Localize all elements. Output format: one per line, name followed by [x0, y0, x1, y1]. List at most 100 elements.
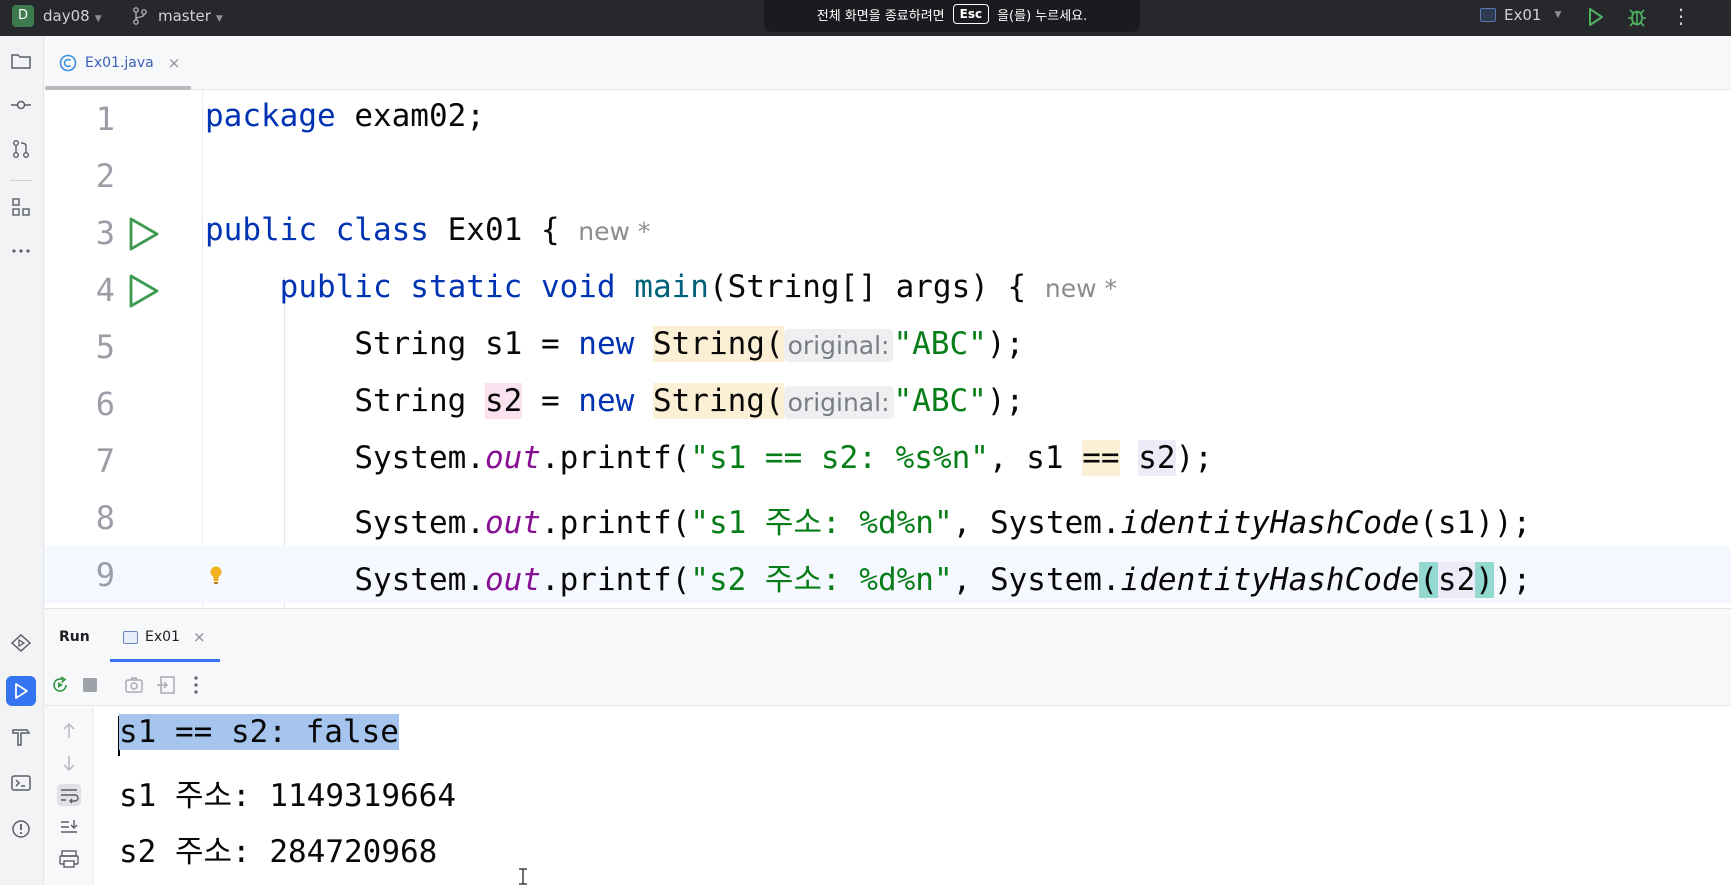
branch-icon [133, 7, 147, 25]
editor-tab-ex01[interactable]: Ex01.java × [59, 48, 180, 78]
run-config-name: Ex01 [1504, 6, 1542, 24]
application-icon [1480, 8, 1496, 22]
run-gutter-icon[interactable] [125, 216, 161, 252]
pull-request-icon [13, 140, 29, 158]
line-number: 8 [95, 499, 115, 537]
text-cursor-icon [519, 868, 527, 885]
run-tool-button[interactable] [6, 676, 36, 706]
code-line-current: 9 System.out.printf("s2 주소: %d%n", Syste… [45, 546, 1731, 603]
close-icon[interactable]: × [193, 628, 206, 646]
run-tool-window-header: Run Ex01 × [45, 608, 1731, 662]
problems-tool-button[interactable] [6, 814, 36, 844]
code-text: String s2 = new String(original: "ABC"); [354, 383, 1025, 419]
code-line: 5 String s1 = new String(original: "ABC")… [45, 318, 1731, 375]
stop-icon[interactable] [79, 674, 101, 696]
console-line: s2 주소: 284720968 [119, 834, 438, 870]
line-number: 1 [95, 100, 115, 138]
structure-icon [12, 198, 30, 216]
commit-tool-button[interactable] [6, 90, 36, 120]
fullscreen-toast: 전체 화면을 종료하려면 Esc 을(를) 누르세요. [764, 0, 1140, 32]
folder-icon [11, 54, 31, 69]
branch-selector[interactable]: master ▼ [158, 7, 223, 25]
run-gutter-icon[interactable] [125, 273, 161, 309]
project-selector[interactable]: day08 ▼ [43, 7, 102, 25]
console-line: s1 주소: 1149319664 [119, 778, 456, 814]
close-icon[interactable]: × [168, 54, 181, 72]
run-config-selector[interactable]: Ex01 ▼ [1480, 6, 1561, 24]
code-text: public static void main(String[] args) {… [279, 269, 1118, 305]
code-editor[interactable]: 1 package exam02; 2 3 public class Ex01 … [45, 90, 1731, 608]
code-line: 6 String s2 = new String(original: "ABC")… [45, 375, 1731, 432]
application-icon [123, 630, 138, 644]
parameter-hint: original: [783, 329, 894, 362]
title-bar: D day08 ▼ master ▼ 전체 화면을 종료하려면 Esc 을(를) 누… [0, 0, 1731, 36]
more-icon[interactable] [185, 674, 207, 696]
chevron-down-icon: ▼ [94, 14, 102, 24]
rerun-icon[interactable] [49, 674, 71, 696]
run-title: Run [59, 629, 90, 645]
code-line: 7 System.out.printf("s1 == s2: %s%n", s1… [45, 432, 1731, 489]
soft-wrap-icon[interactable] [57, 784, 81, 806]
parameter-hint: original: [783, 386, 894, 419]
structure-tool-button[interactable] [6, 192, 36, 222]
run-toolbar [45, 662, 1731, 706]
author-hint: new * [1044, 274, 1118, 303]
code-text: public class Ex01 { new * [205, 212, 651, 248]
scroll-to-end-icon[interactable] [57, 816, 81, 838]
editor-tab-bar: Ex01.java × [45, 36, 1731, 90]
services-tool-button[interactable] [6, 628, 36, 658]
more-tools-button[interactable] [6, 236, 36, 266]
exit-icon[interactable] [155, 674, 177, 696]
console-line: s1 == s2: false [119, 714, 399, 750]
build-tool-button[interactable] [6, 722, 36, 752]
build-icon [12, 729, 31, 746]
line-number: 5 [95, 328, 115, 366]
line-number: 3 [95, 214, 115, 252]
line-number: 4 [95, 271, 115, 309]
code-line: 2 [45, 147, 1731, 204]
selected-text: s1 == s2: false [119, 714, 399, 750]
editor-tab-label: Ex01.java [85, 55, 154, 71]
chevron-down-icon: ▼ [1554, 10, 1562, 20]
run-icon [15, 683, 28, 699]
toast-text-pre: 전체 화면을 종료하려면 [816, 8, 945, 24]
java-class-icon [59, 54, 77, 72]
line-number: 2 [95, 157, 115, 195]
project-tool-button[interactable] [6, 46, 36, 76]
project-badge[interactable]: D [12, 5, 34, 27]
terminal-icon [11, 775, 31, 791]
pull-requests-tool-button[interactable] [6, 134, 36, 164]
code-line: 3 public class Ex01 { new * [45, 204, 1731, 261]
code-text: System.out.printf("s1 == s2: %s%n", s1 =… [354, 440, 1213, 476]
chevron-down-icon: ▼ [215, 14, 223, 24]
toast-text-post: 을(를) 누르세요. [997, 8, 1088, 24]
code-line: 1 package exam02; [45, 90, 1731, 147]
run-tab-label: Ex01 [145, 629, 180, 645]
strip-separator [10, 180, 32, 181]
run-icon[interactable] [1584, 6, 1606, 28]
line-number: 7 [95, 442, 115, 480]
code-line: 8 System.out.printf("s1 주소: %d%n", Syste… [45, 489, 1731, 546]
problems-icon [12, 820, 30, 838]
line-number: 6 [95, 385, 115, 423]
camera-icon[interactable] [123, 674, 145, 696]
code-text: System.out.printf("s2 주소: %d%n", System.… [354, 562, 1532, 598]
commit-icon [11, 100, 31, 110]
debug-icon[interactable] [1625, 5, 1649, 29]
arrow-down-icon[interactable] [57, 752, 81, 774]
branch-name: master [158, 7, 211, 25]
code-text: System.out.printf("s1 주소: %d%n", System.… [354, 505, 1532, 541]
services-icon [10, 633, 32, 653]
console-output[interactable]: s1 == s2: false s1 주소: 1149319664 s2 주소:… [94, 706, 1731, 885]
run-tab-ex01[interactable]: Ex01 × [123, 628, 206, 646]
more-icon[interactable]: ⋮ [1670, 4, 1692, 28]
code-text: String s1 = new String(original: "ABC"); [354, 326, 1025, 362]
esc-key: Esc [952, 4, 990, 24]
console-side-toolbar [45, 706, 93, 885]
print-icon[interactable] [57, 848, 81, 870]
code-text: package exam02; [205, 98, 485, 134]
arrow-up-icon[interactable] [57, 720, 81, 742]
terminal-tool-button[interactable] [6, 768, 36, 798]
tool-window-strip [0, 36, 44, 885]
code-line: 4 public static void main(String[] args)… [45, 261, 1731, 318]
